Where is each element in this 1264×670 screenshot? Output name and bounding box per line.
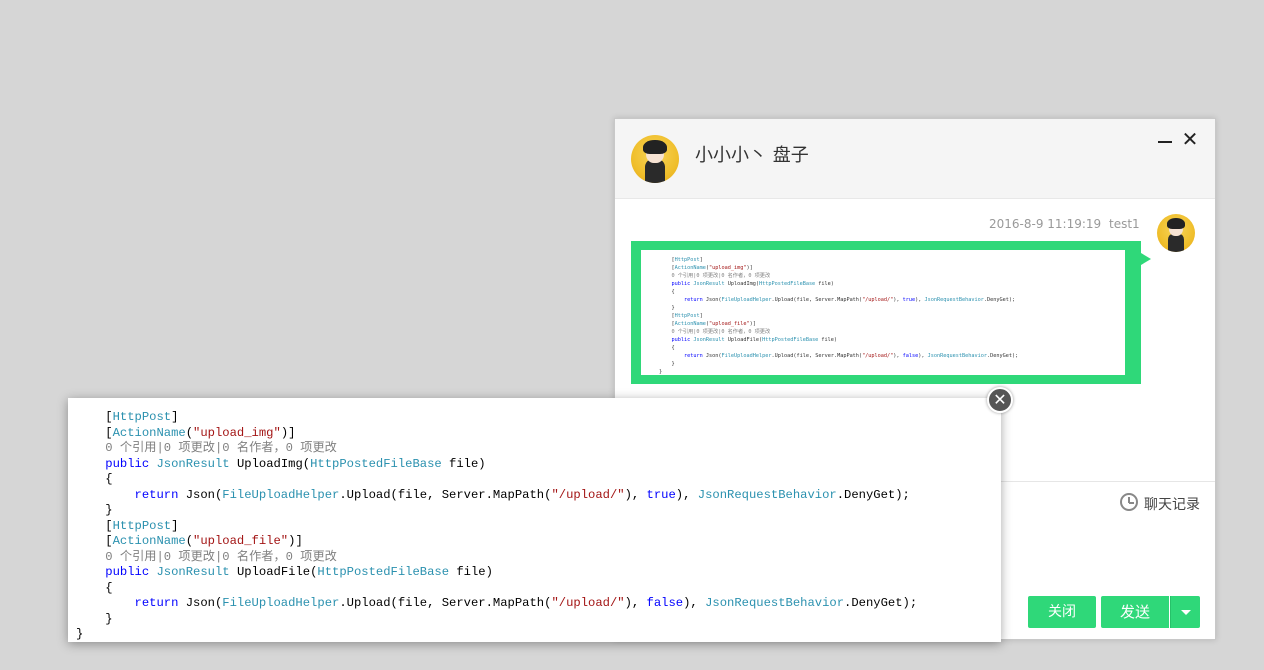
code-line: return Json(FileUploadHelper.Upload(file… <box>684 353 1019 359</box>
code-line: return Json(FileUploadHelper.Upload(file… <box>134 596 918 610</box>
code-line: { <box>659 289 675 295</box>
code-line: [ActionName("upload_file")] <box>659 321 756 327</box>
message-username: test1 <box>1109 217 1140 231</box>
code-line: 0 个引用|0 项更改|0 名作者，0 项更改 <box>76 549 337 564</box>
code-snippet: [HttpPost] [ActionName("upload_img")] 0 … <box>76 410 917 642</box>
code-line: 0 个引用|0 项更改|0 名作者，0 项更改 <box>659 329 771 335</box>
minimize-icon <box>1158 141 1172 143</box>
message-image-thumbnail[interactable]: [HttpPost] [ActionName("upload_img")] 0 … <box>641 250 1125 375</box>
contact-name: 小小小丶 盘子 <box>695 145 809 166</box>
close-button[interactable]: 关闭 <box>1028 596 1096 628</box>
code-line: [ActionName("upload_img")] <box>659 265 753 271</box>
send-button[interactable]: 发送 <box>1101 596 1169 628</box>
code-line: { <box>76 580 113 595</box>
clock-icon[interactable] <box>1120 493 1138 511</box>
code-line: [ActionName("upload_file")] <box>76 534 303 548</box>
code-line: public JsonResult UploadImg(HttpPostedFi… <box>671 281 834 287</box>
image-preview: [HttpPost] [ActionName("upload_img")] 0 … <box>68 398 1001 642</box>
code-line: [HttpPost] <box>659 313 703 319</box>
code-line: 0 个引用|0 项更改|0 名作者，0 项更改 <box>76 441 337 455</box>
code-line: } <box>659 369 663 375</box>
contact-avatar[interactable] <box>631 135 679 183</box>
code-line: return Json(FileUploadHelper.Upload(file… <box>134 487 910 502</box>
chat-history-link[interactable]: 聊天记录 <box>1144 494 1200 514</box>
sender-avatar[interactable] <box>1157 214 1195 252</box>
code-line: public JsonResult UploadFile(HttpPostedF… <box>105 565 493 579</box>
code-line: public JsonResult UploadFile(HttpPostedF… <box>671 337 838 343</box>
code-line: return Json(FileUploadHelper.Upload(file… <box>684 297 1016 303</box>
code-line: { <box>76 472 113 486</box>
minimize-button[interactable] <box>1155 129 1175 149</box>
code-line: } <box>659 305 675 311</box>
close-window-button[interactable]: ✕ <box>1180 129 1200 149</box>
code-line: public JsonResult UploadImg(HttpPostedFi… <box>105 456 486 471</box>
code-line: } <box>76 611 113 626</box>
code-line: } <box>76 503 113 517</box>
chat-header: 小小小丶 盘子 ✕ <box>615 119 1215 199</box>
code-line: [HttpPost] <box>76 518 179 533</box>
message-bubble: [HttpPost] [ActionName("upload_img")] 0 … <box>631 241 1151 384</box>
code-line: [HttpPost] <box>76 410 179 424</box>
code-line: [ActionName("upload_img")] <box>76 425 296 440</box>
code-line: } <box>659 361 675 367</box>
code-line: [HttpPost] <box>659 257 703 263</box>
code-line: 0 个引用|0 项更改|0 名作者，0 项更改 <box>659 273 771 279</box>
code-line: { <box>659 345 675 351</box>
message-timestamp: 2016-8-9 11:19:19 <box>989 217 1102 231</box>
preview-close-button[interactable]: ✕ <box>987 387 1013 413</box>
code-line: } <box>76 627 84 641</box>
send-options-dropdown[interactable] <box>1170 596 1200 628</box>
